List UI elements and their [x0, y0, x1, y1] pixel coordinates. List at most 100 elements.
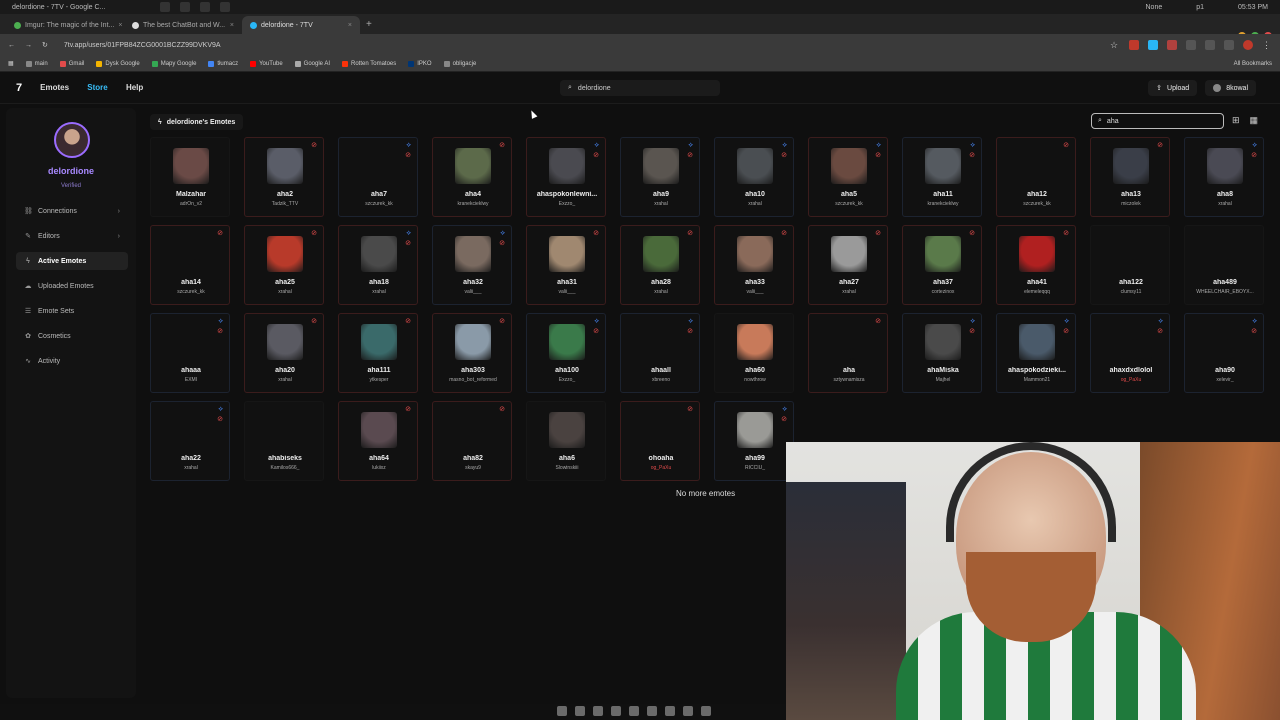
terminal-icon[interactable] — [575, 706, 585, 716]
emote-card[interactable]: ⊘ aha31 valii___ — [526, 225, 606, 305]
chrome-icon[interactable] — [611, 706, 621, 716]
nav-store[interactable]: Store — [87, 83, 107, 92]
browser-tab-chatbot[interactable]: The best ChatBot and W... × — [124, 16, 242, 34]
emote-card[interactable]: aha6 Slowinskiii — [526, 401, 606, 481]
emote-card[interactable]: ⟡ ⊘ aha90 xelevir_ — [1184, 313, 1264, 393]
apps-grid-icon[interactable]: ▦ — [8, 60, 14, 67]
sidebar-item-active-emotes[interactable]: ϟ Active Emotes — [16, 252, 128, 270]
bookmark-translate[interactable]: tłumacz — [208, 60, 238, 67]
emote-card[interactable]: ⟡ ⊘ aha18 xrahal — [338, 225, 418, 305]
emote-card[interactable]: ⊘ aha111 ytkesper — [338, 313, 418, 393]
emote-card[interactable]: Malzahar adrOn_v2 — [150, 137, 230, 217]
sidebar-item-uploaded-emotes[interactable]: ☁ Uploaded Emotes — [16, 277, 128, 295]
bookmark-ipko[interactable]: IPKO — [408, 60, 432, 67]
emote-card[interactable]: ⟡ ⊘ ahaspokodzieki... Mammon21 — [996, 313, 1076, 393]
close-icon[interactable]: × — [118, 22, 122, 29]
emote-card[interactable]: ⊘ aha sztywnamisza — [808, 313, 888, 393]
emote-card[interactable]: ⟡ ⊘ aha99 RICCIU_ — [714, 401, 794, 481]
emote-card[interactable]: ⊘ aha82 skayu9 — [432, 401, 512, 481]
emote-card[interactable]: ⊘ aha20 xrahal — [244, 313, 324, 393]
discord-icon[interactable] — [647, 706, 657, 716]
sidebar-item-activity[interactable]: ∿ Activity — [16, 352, 128, 370]
emote-card[interactable]: ⟡ ⊘ aha10 xrahal — [714, 137, 794, 217]
upload-button[interactable]: ⇪ Upload — [1148, 80, 1198, 96]
emote-card[interactable]: ⟡ ⊘ aha100 Exzzo_ — [526, 313, 606, 393]
sidebar-item-cosmetics[interactable]: ✿ Cosmetics — [16, 327, 128, 345]
emote-card[interactable]: ⊘ aha27 xrahal — [808, 225, 888, 305]
emote-card[interactable]: ⟡ ⊘ aha32 valii___ — [432, 225, 512, 305]
emote-card[interactable]: aha489 WHEELCHAIR_EBOYX... — [1184, 225, 1264, 305]
extension-icon[interactable] — [1205, 40, 1215, 50]
grid-large-icon[interactable]: ▦ — [1250, 115, 1259, 126]
forward-icon[interactable]: → — [25, 42, 32, 49]
back-icon[interactable]: ← — [8, 42, 15, 49]
account-button[interactable]: 8kowal — [1205, 80, 1256, 96]
url-field[interactable]: 7tv.app/users/01FPB84ZCG0001BCZZ99DVKV9A — [64, 42, 221, 49]
reload-icon[interactable]: ↻ — [42, 41, 48, 49]
emote-card[interactable]: ⟡ ⊘ aha9 xrahal — [620, 137, 700, 217]
bookmark-youtube[interactable]: YouTube — [250, 60, 283, 67]
extension-icon[interactable] — [1167, 40, 1177, 50]
app-icon[interactable] — [629, 706, 639, 716]
browser-tab-7tv[interactable]: delordione - 7TV × — [242, 16, 360, 34]
emote-card[interactable]: ⟡ ⊘ ahaxdxdlolol og_PaXu — [1090, 313, 1170, 393]
nav-emotes[interactable]: Emotes — [40, 83, 69, 92]
emote-card[interactable]: ⊘ aha37 cortezinox — [902, 225, 982, 305]
emote-card[interactable]: ⟡ ⊘ aha5 szczurek_kk — [808, 137, 888, 217]
emote-card[interactable]: ⊘ aha2 Tadzik_TTV — [244, 137, 324, 217]
sidebar-item-emote-sets[interactable]: ☰ Emote Sets — [16, 302, 128, 320]
emote-card[interactable]: ⟡ ⊘ ahaspokonlewni... Exzzo_ — [526, 137, 606, 217]
emote-card[interactable]: ⊘ aha12 szczurek_kk — [996, 137, 1076, 217]
emote-card[interactable]: ⟡ ⊘ aha7 szczurek_kk — [338, 137, 418, 217]
grid-small-icon[interactable]: ⊞ — [1232, 115, 1240, 126]
menu-kebab-icon[interactable]: ⋮ — [1262, 40, 1272, 50]
user-search-input[interactable]: ⌕ delordione — [560, 80, 720, 96]
sidepanel-icon[interactable] — [1224, 40, 1234, 50]
bookmark-google-ai[interactable]: Google AI — [294, 60, 330, 67]
emote-card[interactable]: ⊘ aha14 szczurek_kk — [150, 225, 230, 305]
bookmark-gmail[interactable]: Gmail — [59, 60, 84, 67]
bookmark-maps[interactable]: Mapy Google — [151, 60, 196, 67]
profile-avatar-icon[interactable] — [1243, 40, 1253, 50]
all-bookmarks[interactable]: All Bookmarks — [1234, 61, 1272, 67]
emote-card[interactable]: ⊘ aha303 masno_bot_reformed — [432, 313, 512, 393]
close-icon[interactable]: × — [348, 22, 352, 29]
emote-card[interactable]: ⊘ aha25 xrahal — [244, 225, 324, 305]
nav-help[interactable]: Help — [126, 83, 143, 92]
bookmark-drive[interactable]: Dysk Google — [96, 60, 140, 67]
app-icon[interactable] — [701, 706, 711, 716]
app-icon[interactable] — [665, 706, 675, 716]
emote-filter-input[interactable]: ⌕ aha — [1091, 113, 1224, 129]
emote-card[interactable]: ⟡ ⊘ aha11 kranekcieklwy — [902, 137, 982, 217]
bookmark-rotten-tomatoes[interactable]: Rotten Tomatoes — [342, 60, 396, 67]
sidebar-item-connections[interactable]: ⛓ Connections › — [16, 202, 128, 220]
emote-card[interactable]: ⊘ aha4 kranekcieklwy — [432, 137, 512, 217]
emote-card[interactable]: ⟡ ⊘ ahaMiska Majhel — [902, 313, 982, 393]
emote-card[interactable]: ⊘ ohoaha og_PaXu — [620, 401, 700, 481]
bookmark-main[interactable]: main — [25, 60, 48, 67]
sidebar-item-editors[interactable]: ✎ Editors › — [16, 227, 128, 245]
folder-icon[interactable] — [557, 706, 567, 716]
emote-card[interactable]: ⊘ aha28 xrahal — [620, 225, 700, 305]
browser-icon[interactable] — [593, 706, 603, 716]
new-tab-icon[interactable]: + — [366, 19, 372, 30]
bookmark-obligacje[interactable]: obligacje — [443, 60, 476, 67]
extension-icon[interactable] — [1148, 40, 1158, 50]
emote-card[interactable]: ahabiseks Kamilos666_ — [244, 401, 324, 481]
emote-card[interactable]: ⟡ ⊘ ahaall xbreeno — [620, 313, 700, 393]
extension-icon[interactable] — [1129, 40, 1139, 50]
emote-card[interactable]: ⟡ ⊘ ahaaa EXMI — [150, 313, 230, 393]
extension-icon[interactable] — [1186, 40, 1196, 50]
browser-tab-imgur[interactable]: Imgur: The magic of the Int... × — [6, 16, 124, 34]
bookmark-star-icon[interactable]: ☆ — [1110, 40, 1120, 50]
emote-card[interactable]: ⊘ aha33 valii___ — [714, 225, 794, 305]
emote-card[interactable]: ⊘ aha64 lukiixz — [338, 401, 418, 481]
emote-card[interactable]: aha60 nowthrow — [714, 313, 794, 393]
obs-icon[interactable] — [683, 706, 693, 716]
emote-card[interactable]: ⊘ aha13 miczolek — [1090, 137, 1170, 217]
emote-card[interactable]: ⟡ ⊘ aha22 xrahal — [150, 401, 230, 481]
7tv-logo[interactable]: 7 — [16, 82, 22, 94]
emote-card[interactable]: aha122 clumsy11 — [1090, 225, 1170, 305]
close-icon[interactable]: × — [230, 22, 234, 29]
emote-card[interactable]: ⊘ aha41 elemeleqqq — [996, 225, 1076, 305]
